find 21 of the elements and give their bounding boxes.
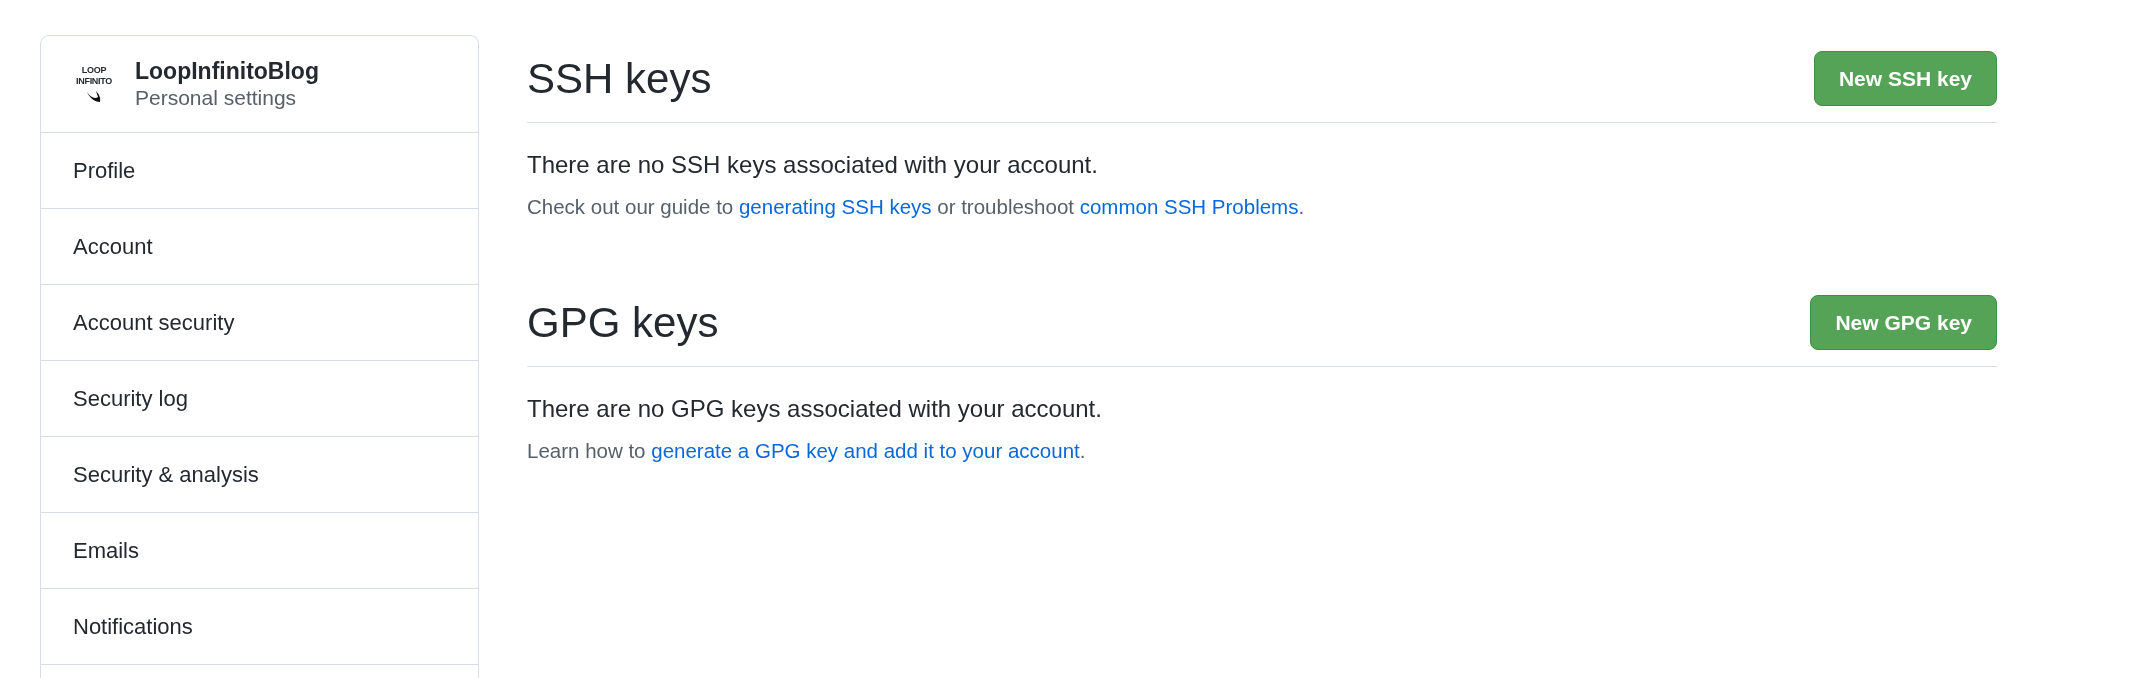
empty-message: There are no SSH keys associated with your account. [527, 151, 1099, 179]
help-text: Learn how to generate a GPG key and add it to your account. [527, 439, 1087, 463]
account-subtitle: Personal settings [135, 85, 298, 111]
bird-icon [86, 89, 102, 103]
logo-text: LOOP [81, 65, 107, 76]
help-link[interactable]: generating SSH keys [738, 195, 932, 218]
sidebar-item[interactable]: Notifications [41, 589, 478, 665]
section-title: GPG keys [527, 298, 719, 347]
sidebar-item[interactable]: Profile [41, 133, 478, 209]
help-link[interactable]: common SSH Problems [1079, 195, 1299, 218]
logo-text: INFINITO [76, 76, 112, 87]
sidebar-item[interactable]: Security log [41, 361, 478, 437]
section-title: SSH keys [527, 54, 712, 103]
help-link[interactable]: generate a GPG key and add it to your account [651, 439, 1080, 462]
sidebar-item[interactable]: Account [41, 209, 478, 285]
help-text: Check out our guide to generating SSH keys or troubleshoot common SSH Problems. [527, 195, 1306, 219]
sidebar-item[interactable]: Security & analysis [41, 437, 478, 513]
account-name: LoopInfinitoBlog [135, 57, 319, 85]
sidebar-item[interactable]: Emails [41, 513, 478, 589]
sidebar-item[interactable]: Account security [41, 285, 478, 361]
empty-message: There are no GPG keys associated with your account. [527, 395, 1103, 423]
